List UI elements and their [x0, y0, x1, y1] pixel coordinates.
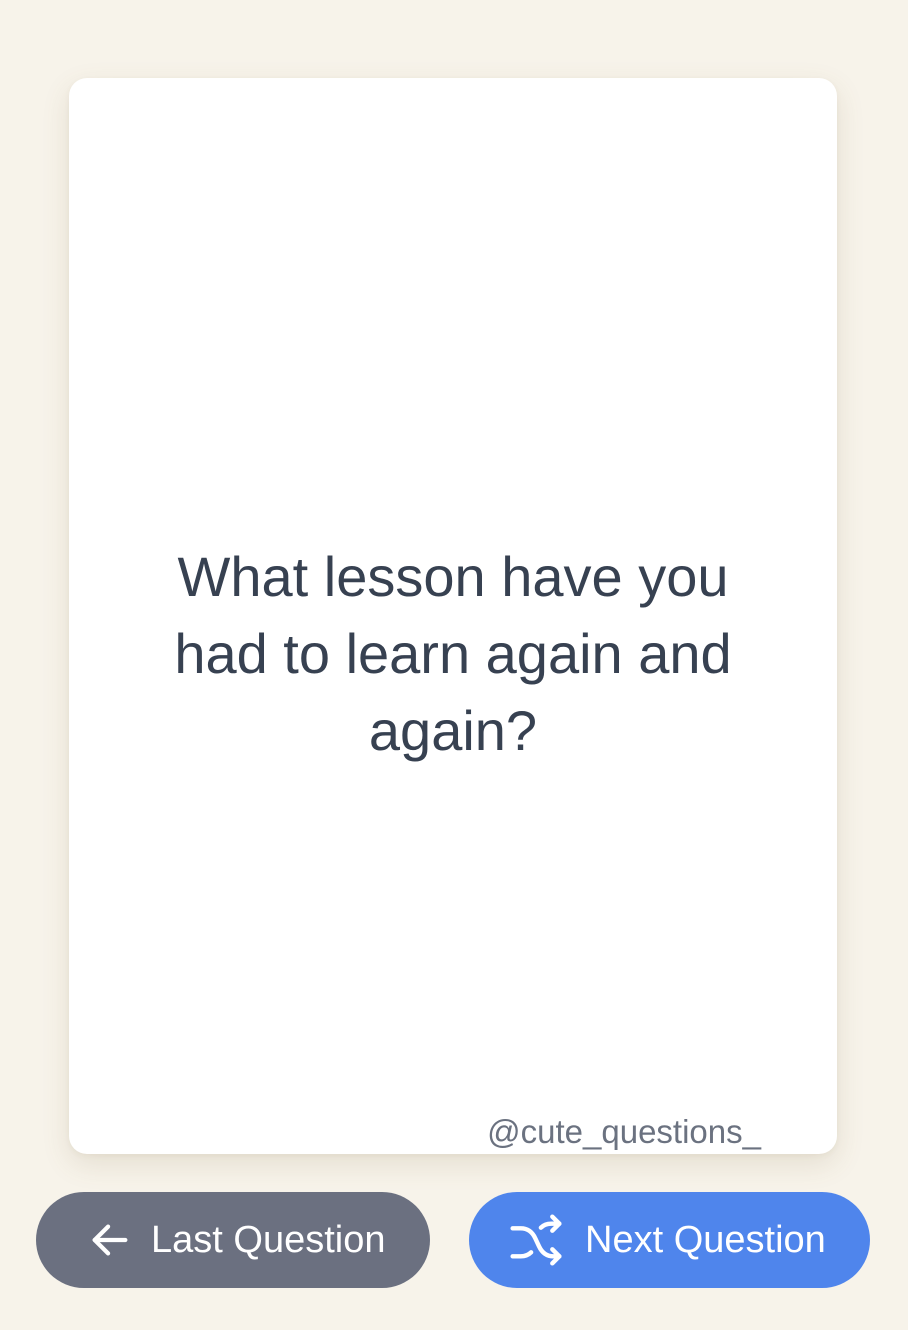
arrow-left-icon [81, 1211, 139, 1269]
next-question-label: Next Question [585, 1218, 826, 1261]
author-handle: @cute_questions_ [487, 1113, 761, 1150]
question-card: What lesson have you had to learn again … [69, 78, 837, 1154]
question-text: What lesson have you had to learn again … [174, 545, 732, 762]
next-question-button[interactable]: Next Question [469, 1192, 870, 1288]
shuffle-icon [507, 1211, 565, 1269]
last-question-label: Last Question [151, 1218, 386, 1261]
last-question-button[interactable]: Last Question [36, 1192, 430, 1288]
